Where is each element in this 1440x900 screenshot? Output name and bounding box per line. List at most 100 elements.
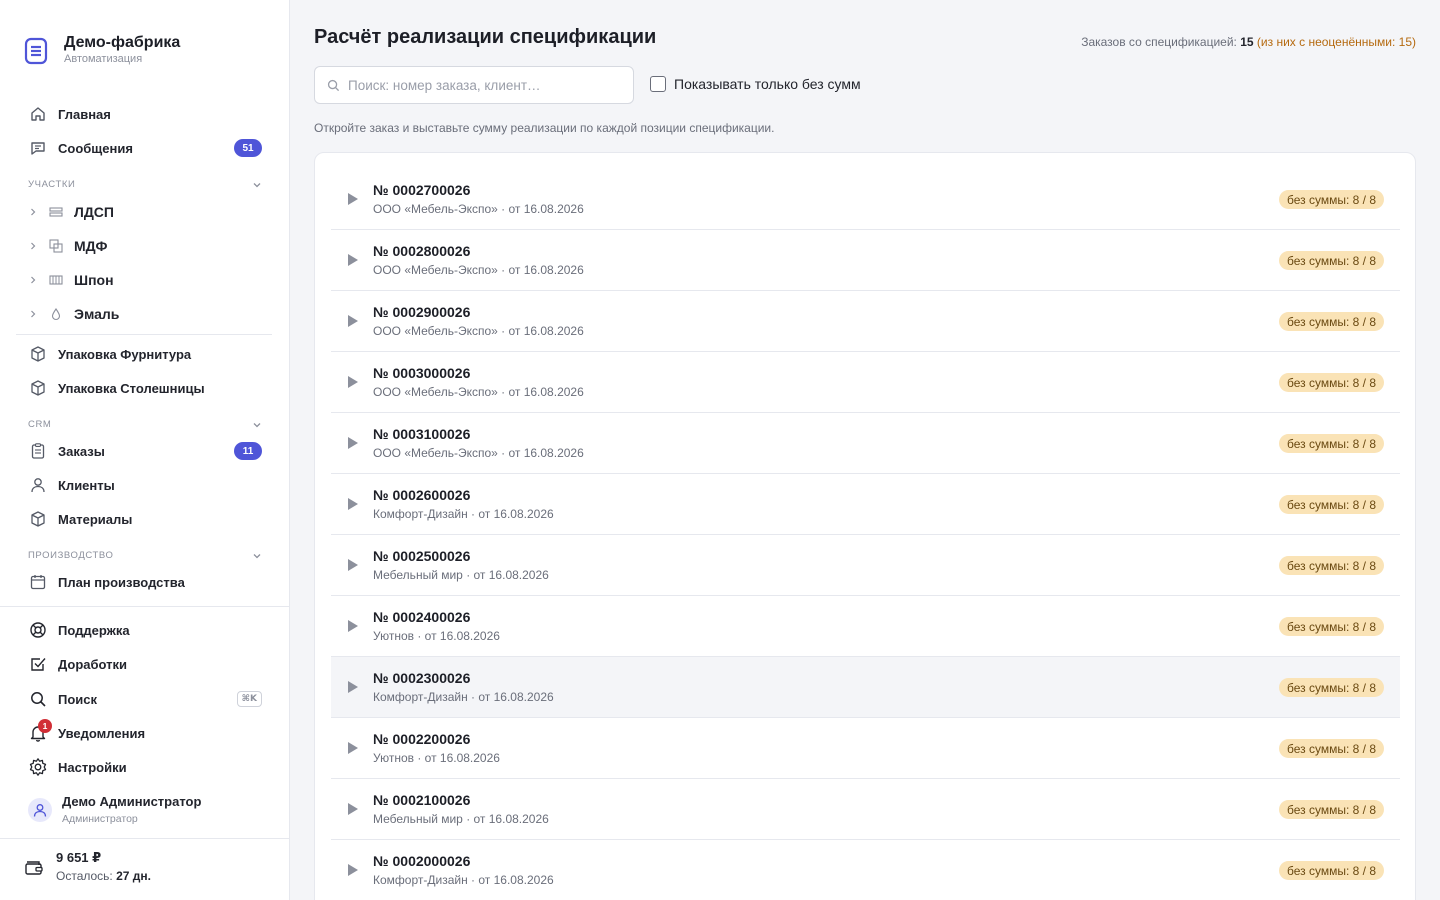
- brand[interactable]: Демо-фабрика Автоматизация: [24, 34, 180, 65]
- nav-home[interactable]: Главная: [28, 99, 262, 129]
- order-meta: ООО «Мебель-Экспо» · от 16.08.2026: [373, 385, 584, 399]
- copy-icon: [48, 239, 64, 253]
- brand-logo-icon: [24, 37, 48, 65]
- order-info: № 0002200026 Уютнов · от 16.08.2026: [373, 731, 500, 765]
- search-box[interactable]: [314, 66, 634, 104]
- order-number: № 0002300026: [373, 670, 471, 686]
- order-row[interactable]: № 0002100026 Мебельный мир · от 16.08.202…: [331, 779, 1400, 840]
- expand-triangle-icon[interactable]: [331, 375, 373, 389]
- order-row[interactable]: № 0002700026 ООО «Мебель-Экспо» · от 16.0…: [331, 169, 1400, 230]
- nav-packaging-hardware[interactable]: Упаковка Фурнитура: [28, 339, 262, 369]
- clipboard-icon: [28, 441, 48, 461]
- user-profile[interactable]: Демо Администратор Администратор: [28, 794, 201, 825]
- order-row[interactable]: № 0002400026 Уютнов · от 16.08.2026 без су…: [331, 596, 1400, 657]
- plot-veneer[interactable]: Шпон: [28, 266, 262, 294]
- order-number: № 0002600026: [373, 487, 471, 503]
- order-info: № 0002900026 ООО «Мебель-Экспо» · от 16.0…: [373, 304, 584, 338]
- checkbox-icon: [28, 654, 48, 674]
- plot-ldsp[interactable]: ЛДСП: [28, 198, 262, 226]
- plot-mdf-label: МДФ: [74, 238, 108, 254]
- order-info: № 0002600026 Комфорт-Дизайн · от 16.08.20…: [373, 487, 554, 521]
- nav-orders[interactable]: Заказы 11: [28, 436, 262, 466]
- notifications-count-badge: 1: [38, 719, 52, 733]
- order-meta: Уютнов · от 16.08.2026: [373, 751, 500, 765]
- only-without-sums-filter[interactable]: Показывать только без сумм: [650, 76, 861, 92]
- expand-triangle-icon[interactable]: [331, 680, 373, 694]
- expand-triangle-icon[interactable]: [331, 497, 373, 511]
- chevron-down-icon: [253, 182, 261, 187]
- plot-mdf[interactable]: МДФ: [28, 232, 262, 260]
- order-number: № 0002400026: [373, 609, 471, 625]
- order-row[interactable]: № 0002000026 Комфорт-Дизайн · от 16.08.20…: [331, 840, 1400, 900]
- nav-notifications[interactable]: 1 Уведомления: [28, 718, 262, 748]
- nav-support-label: Поддержка: [58, 622, 130, 638]
- orders-list: № 0002700026 ООО «Мебель-Экспо» · от 16.0…: [331, 169, 1400, 900]
- search-icon: [28, 689, 48, 709]
- expand-triangle-icon[interactable]: [331, 436, 373, 450]
- wallet[interactable]: 9 651 ₽ Осталось: 27 дн.: [24, 850, 151, 883]
- expand-triangle-icon[interactable]: [331, 863, 373, 877]
- veneer-icon: [48, 274, 64, 286]
- nav-support[interactable]: Поддержка: [28, 615, 262, 645]
- plot-enamel[interactable]: Эмаль: [28, 300, 262, 328]
- wallet-icon: [24, 858, 44, 881]
- order-row[interactable]: № 0002300026 Комфорт-Дизайн · от 16.08.20…: [331, 657, 1400, 718]
- nav-search[interactable]: Поиск ⌘K: [28, 684, 262, 714]
- nav-improvements[interactable]: Доработки: [28, 649, 262, 679]
- nav-packaging-tops[interactable]: Упаковка Столешницы: [28, 373, 262, 403]
- order-number: № 0003100026: [373, 426, 471, 442]
- order-meta: Мебельный мир · от 16.08.2026: [373, 812, 549, 826]
- order-info: № 0002500026 Мебельный мир · от 16.08.202…: [373, 548, 549, 582]
- bell-icon: 1: [28, 719, 52, 743]
- expand-triangle-icon[interactable]: [331, 741, 373, 755]
- status-badge: без суммы: 8 / 8: [1279, 434, 1384, 453]
- section-production[interactable]: ПРОИЗВОДСТВО: [28, 550, 262, 561]
- section-plots[interactable]: УЧАСТКИ: [28, 179, 262, 190]
- chat-icon: [28, 138, 48, 158]
- sidebar: Демо-фабрика Автоматизация Главная Сообщ…: [0, 0, 290, 900]
- order-row[interactable]: № 0002800026 ООО «Мебель-Экспо» · от 16.0…: [331, 230, 1400, 291]
- messages-badge: 51: [234, 139, 262, 157]
- only-without-sums-checkbox[interactable]: [650, 76, 666, 92]
- avatar: [28, 797, 52, 822]
- nav-materials[interactable]: Материалы: [28, 504, 262, 534]
- order-row[interactable]: № 0002900026 ООО «Мебель-Экспо» · от 16.0…: [331, 291, 1400, 352]
- order-row[interactable]: № 0003000026 ООО «Мебель-Экспо» · от 16.0…: [331, 352, 1400, 413]
- order-row[interactable]: № 0002200026 Уютнов · от 16.08.2026 без су…: [331, 718, 1400, 779]
- section-crm[interactable]: CRM: [28, 419, 262, 430]
- order-meta: ООО «Мебель-Экспо» · от 16.08.2026: [373, 202, 584, 216]
- order-row[interactable]: № 0003100026 ООО «Мебель-Экспо» · от 16.0…: [331, 413, 1400, 474]
- expand-triangle-icon[interactable]: [331, 192, 373, 206]
- status-badge: без суммы: 8 / 8: [1279, 312, 1384, 331]
- expand-triangle-icon[interactable]: [331, 314, 373, 328]
- nav-notifications-label: Уведомления: [58, 725, 146, 741]
- section-production-label: ПРОИЗВОДСТВО: [28, 550, 114, 561]
- order-row[interactable]: № 0002600026 Комфорт-Дизайн · от 16.08.20…: [331, 474, 1400, 535]
- order-info: № 0002100026 Мебельный мир · от 16.08.202…: [373, 792, 549, 826]
- divider: [16, 334, 272, 335]
- search-icon: [327, 79, 340, 91]
- expand-triangle-icon[interactable]: [331, 558, 373, 572]
- chevron-right-icon: [28, 207, 38, 217]
- divider: [0, 606, 290, 607]
- status-badge: без суммы: 8 / 8: [1279, 800, 1384, 819]
- order-row[interactable]: № 0002500026 Мебельный мир · от 16.08.202…: [331, 535, 1400, 596]
- box-icon: [28, 344, 48, 364]
- nav-settings[interactable]: Настройки: [28, 752, 262, 782]
- status-badge: без суммы: 8 / 8: [1279, 190, 1384, 209]
- search-input[interactable]: [348, 77, 618, 93]
- user-role: Администратор: [62, 813, 138, 825]
- nav-production-plan[interactable]: План производства: [28, 567, 262, 597]
- expand-triangle-icon[interactable]: [331, 619, 373, 633]
- plot-veneer-label: Шпон: [74, 272, 114, 288]
- nav-clients[interactable]: Клиенты: [28, 470, 262, 500]
- order-info: № 0002700026 ООО «Мебель-Экспо» · от 16.0…: [373, 182, 584, 216]
- expand-triangle-icon[interactable]: [331, 802, 373, 816]
- nav-messages[interactable]: Сообщения 51: [28, 133, 262, 163]
- order-meta: ООО «Мебель-Экспо» · от 16.08.2026: [373, 324, 584, 338]
- order-number: № 0002500026: [373, 548, 471, 564]
- expand-triangle-icon[interactable]: [331, 253, 373, 267]
- section-crm-label: CRM: [28, 419, 52, 430]
- order-info: № 0002300026 Комфорт-Дизайн · от 16.08.20…: [373, 670, 554, 704]
- order-number: № 0002800026: [373, 243, 471, 259]
